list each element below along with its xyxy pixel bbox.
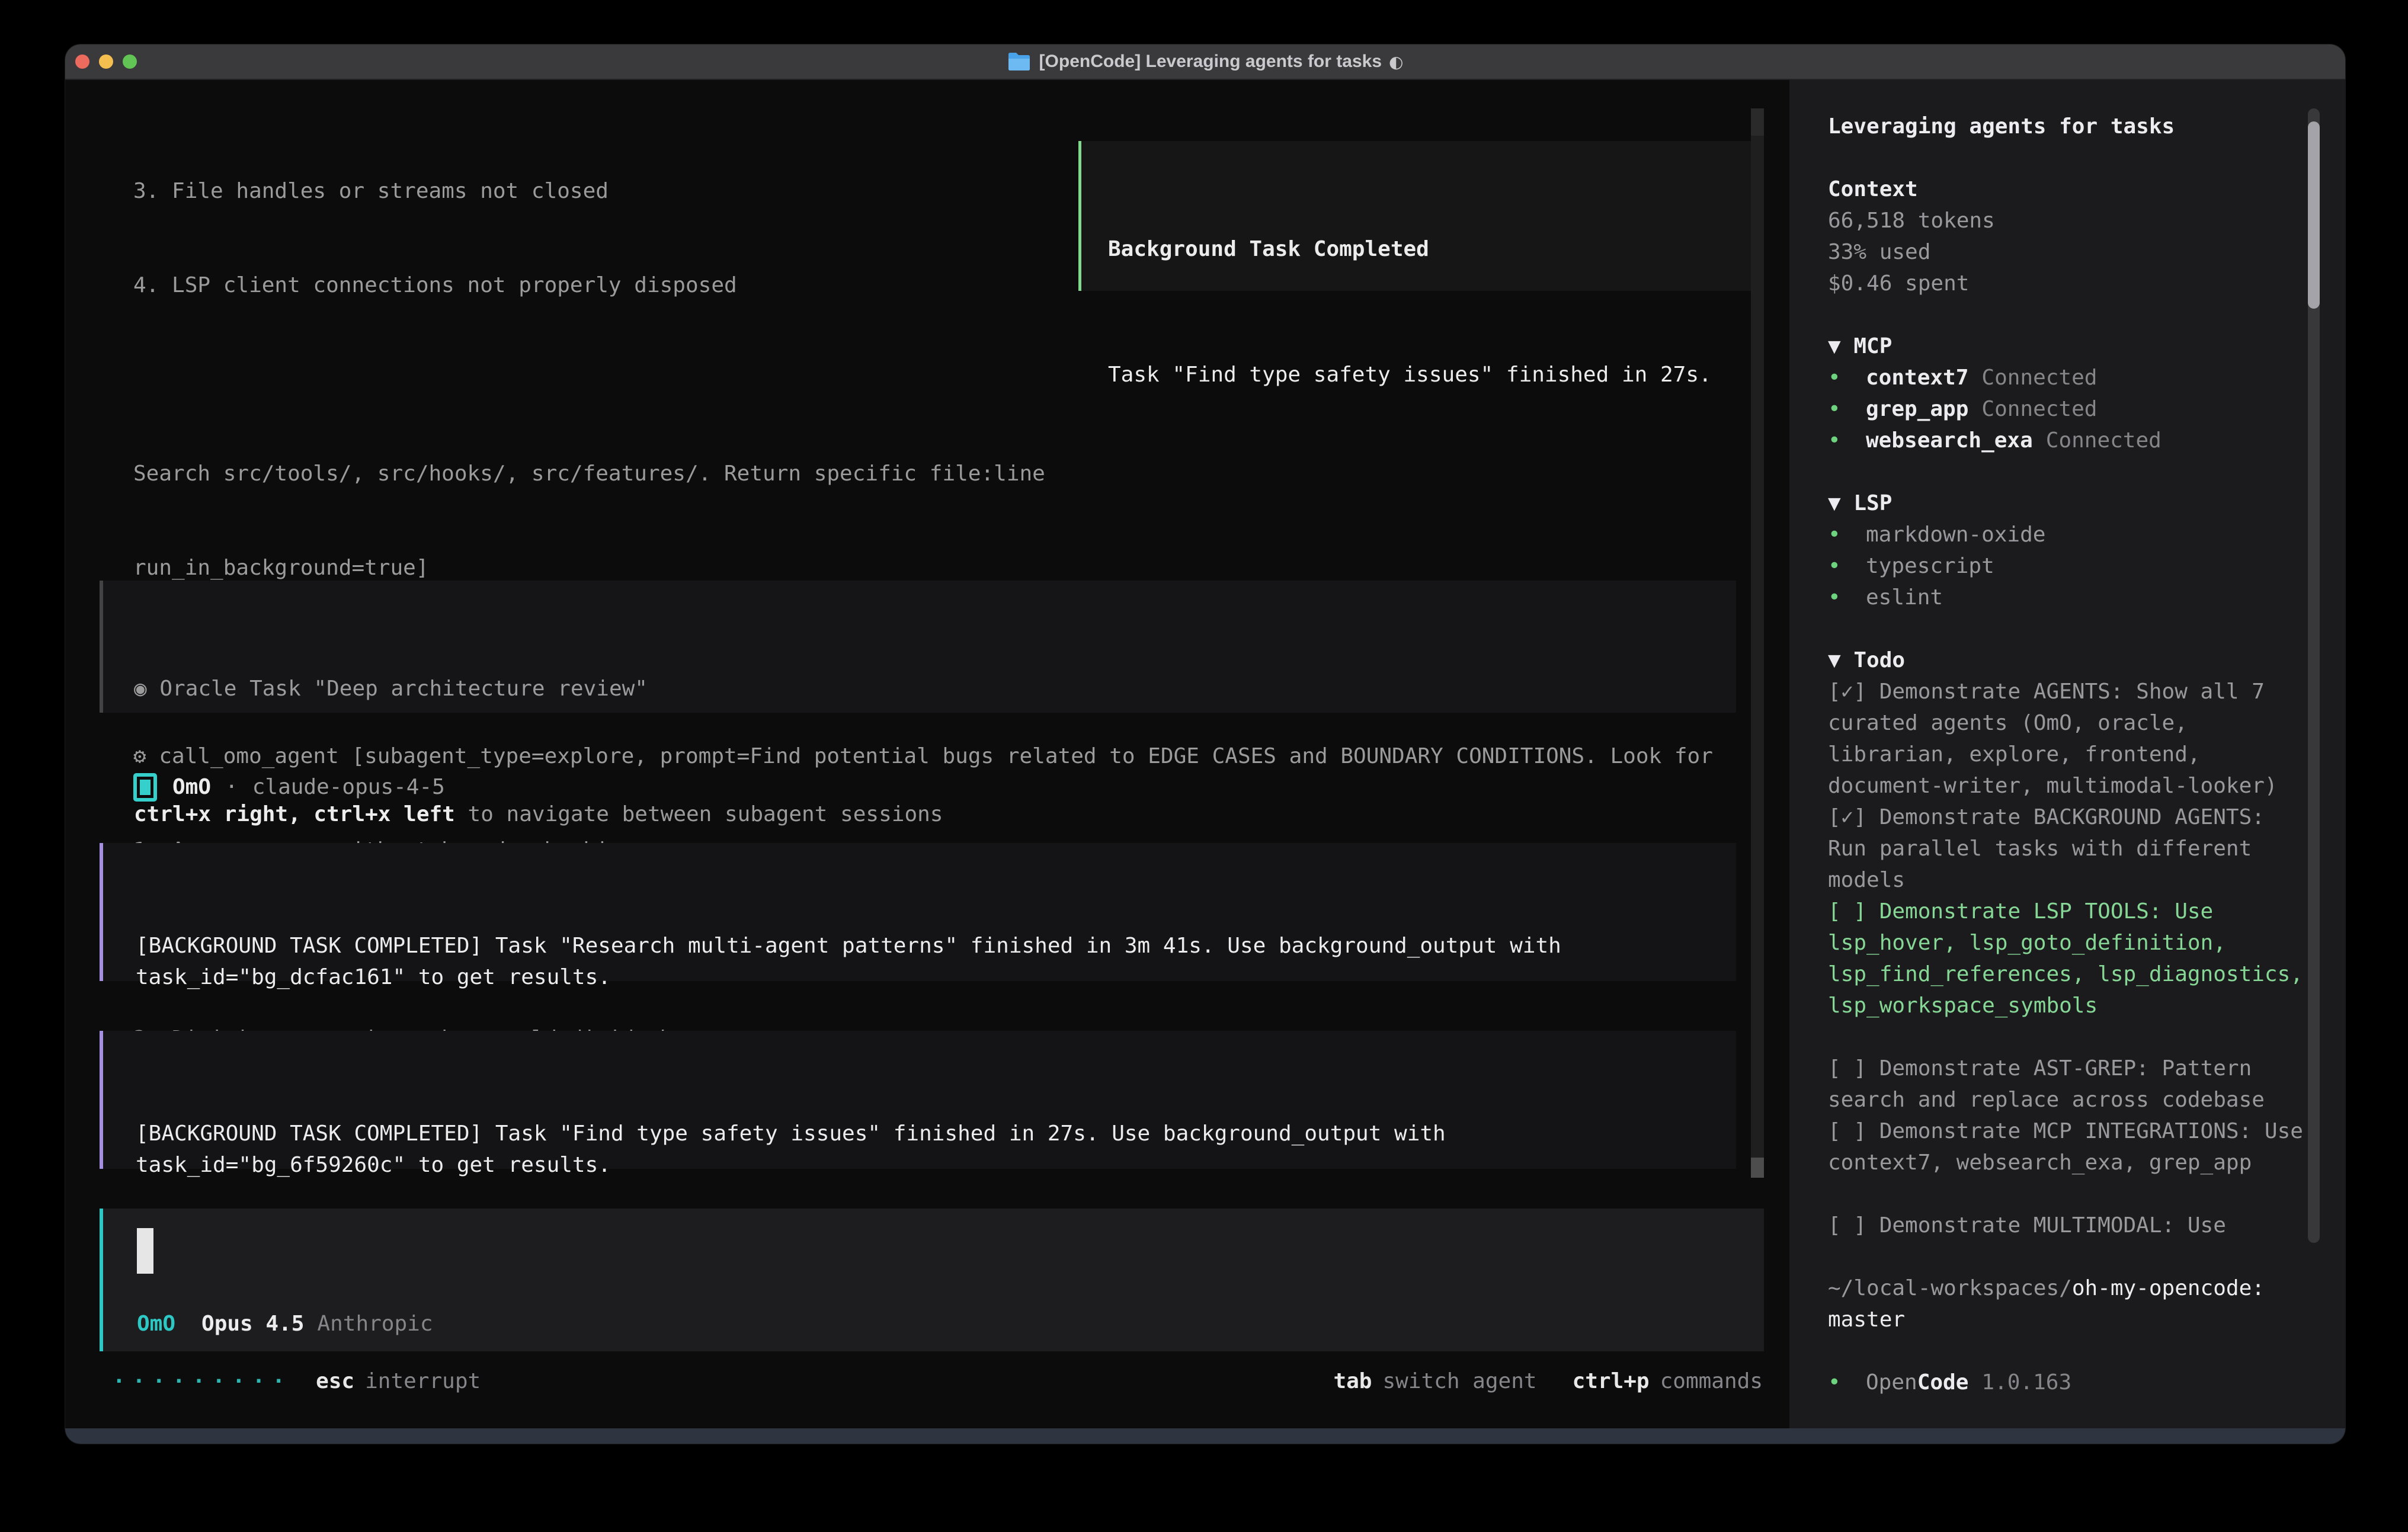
collapse-triangle-icon: ▼ (1828, 648, 1841, 672)
sidebar: Leveraging agents for tasks Context 66,5… (1789, 80, 2345, 1428)
collapse-triangle-icon: ▼ (1828, 491, 1841, 515)
oracle-task-line: ◉ Oracle Task "Deep architecture review" (134, 673, 1736, 704)
model-provider: Anthropic (317, 1308, 433, 1339)
oracle-task-box: ◉ Oracle Task "Deep architecture review"… (100, 581, 1736, 713)
task-result-box: [BACKGROUND TASK COMPLETED] Task "Find t… (100, 1031, 1736, 1169)
fisheye-icon: ◉ (134, 677, 147, 701)
task-message: [BACKGROUND TASK COMPLETED] Task "Resear… (136, 930, 1712, 993)
checkbox-empty-icon: [ ] (1828, 1119, 1866, 1143)
terminal-scrollbar-thumb[interactable] (1751, 1158, 1764, 1178)
terminal-line: run_in_background=true] (133, 552, 1713, 584)
keybinding: ctrl+x right, ctrl+x left (134, 802, 455, 826)
folder-icon (1007, 52, 1031, 72)
git-branch: master (1828, 1307, 1905, 1332)
window-footer-bar (65, 1428, 2345, 1444)
agent-header: OmO · claude-opus-4-5 (133, 771, 445, 803)
context-used: 33% used (1828, 236, 2311, 268)
app-window: [OpenCode] Leveraging agents for tasks ◐… (65, 44, 2345, 1444)
active-model: Opus 4.5 (201, 1308, 304, 1339)
context-section: Context 66,518 tokens 33% used $0.46 spe… (1828, 174, 2311, 299)
hints-bar: ········· esc interrupt tab switch agent… (113, 1366, 1763, 1397)
titlebar: [OpenCode] Leveraging agents for tasks ◐ (65, 44, 2345, 80)
todo-item-active: [ ] Demonstrate LSP TOOLS: Use lsp_hover… (1828, 896, 2311, 1021)
lsp-header[interactable]: ▼ LSP (1828, 488, 2311, 519)
version-number: 1.0.163 (1981, 1367, 2071, 1398)
zoom-button[interactable] (123, 55, 137, 69)
todo-item: [ ] Demonstrate MCP INTEGRATIONS: Use co… (1828, 1116, 2311, 1178)
todo-item: [ ] Demonstrate AST-GREP: Pattern search… (1828, 1053, 2311, 1116)
toast-body: Task "Find type safety issues" finished … (1108, 359, 1757, 390)
mcp-header[interactable]: ▼ MCP (1828, 331, 2311, 362)
context-spent: $0.46 spent (1828, 268, 2311, 299)
sidebar-scrollbar[interactable] (2308, 108, 2320, 1243)
spinner-dots-icon: ········· (113, 1366, 292, 1397)
task-message: [BACKGROUND TASK COMPLETED] Task "Find t… (136, 1118, 1712, 1181)
bullet-icon: • (1828, 393, 1866, 425)
agent-name: OmO (172, 771, 211, 803)
todo-item: [✓] Demonstrate AGENTS: Show all 7 curat… (1828, 676, 2311, 802)
lsp-section: ▼ LSP •markdown-oxide •typescript •eslin… (1828, 488, 2311, 613)
lsp-item: •eslint (1828, 582, 2311, 613)
text-cursor (137, 1228, 153, 1274)
window-title: [OpenCode] Leveraging agents for tasks (1039, 52, 1382, 72)
repo-name: oh-my-opencode: (2072, 1276, 2265, 1300)
collapse-triangle-icon: ▼ (1828, 334, 1841, 358)
lsp-item: •typescript (1828, 550, 2311, 582)
background-task-toast: Background Task Completed Task "Find typ… (1078, 141, 1760, 291)
todo-header[interactable]: ▼ Todo (1828, 645, 2311, 676)
agent-square-icon (133, 773, 157, 802)
bullet-icon: • (1828, 425, 1866, 456)
sidebar-scrollbar-thumb[interactable] (2308, 121, 2320, 309)
context-tokens: 66,518 tokens (1828, 205, 2311, 236)
bullet-icon: • (1828, 519, 1866, 550)
todo-item: [ ] Demonstrate MULTIMODAL: Use (1828, 1210, 2311, 1241)
mcp-item: •context7Connected (1828, 362, 2311, 393)
mcp-item: •websearch_exaConnected (1828, 425, 2311, 456)
checkbox-checked-icon: [✓] (1828, 680, 1866, 704)
traffic-lights (75, 55, 137, 69)
terminal-line: Search src/tools/, src/hooks/, src/featu… (133, 458, 1713, 489)
input-statusline: OmO Opus 4.5 Anthropic (137, 1308, 433, 1339)
tab-key-hint: tab switch agent (1333, 1366, 1536, 1397)
bullet-icon: • (1828, 550, 1866, 582)
session-status-icon: ◐ (1389, 52, 1403, 72)
minimize-button[interactable] (99, 55, 113, 69)
workspace-path: ~/local-workspaces/oh-my-opencode: maste… (1828, 1273, 2311, 1335)
session-title: Leveraging agents for tasks (1828, 111, 2311, 142)
separator-dot: · (225, 771, 238, 803)
terminal-pane: 3. File handles or streams not closed 4.… (65, 80, 1789, 1428)
checkbox-empty-icon: [ ] (1828, 899, 1866, 924)
close-button[interactable] (75, 55, 89, 69)
bullet-icon: • (1828, 362, 1866, 393)
checkbox-checked-icon: [✓] (1828, 805, 1866, 829)
checkbox-empty-icon: [ ] (1828, 1056, 1866, 1081)
bullet-icon: • (1828, 582, 1866, 613)
mcp-item: •grep_appConnected (1828, 393, 2311, 425)
terminal-scrollbar[interactable] (1751, 108, 1764, 1178)
esc-key-hint: esc (316, 1366, 354, 1397)
prompt-input[interactable]: OmO Opus 4.5 Anthropic (100, 1209, 1764, 1351)
lsp-item: •markdown-oxide (1828, 519, 2311, 550)
path-prefix: ~/local-workspaces/ (1828, 1276, 2072, 1300)
bullet-icon: • (1828, 1367, 1866, 1398)
task-result-box: [BACKGROUND TASK COMPLETED] Task "Resear… (100, 843, 1736, 981)
version-line: •OpenCode1.0.163 (1828, 1367, 2311, 1398)
todo-section: ▼ Todo [✓] Demonstrate AGENTS: Show all … (1828, 645, 2311, 1241)
active-agent: OmO (137, 1308, 175, 1339)
todo-item: [✓] Demonstrate BACKGROUND AGENTS: Run p… (1828, 802, 2311, 896)
mcp-section: ▼ MCP •context7Connected •grep_appConnec… (1828, 331, 2311, 456)
oracle-task-hint: ctrl+x right, ctrl+x left to navigate be… (134, 799, 1736, 830)
toast-title: Background Task Completed (1108, 233, 1757, 265)
checkbox-empty-icon: [ ] (1828, 1213, 1866, 1238)
agent-model: claude-opus-4-5 (252, 771, 445, 803)
ctrlp-key-hint: ctrl+p commands (1573, 1366, 1763, 1397)
